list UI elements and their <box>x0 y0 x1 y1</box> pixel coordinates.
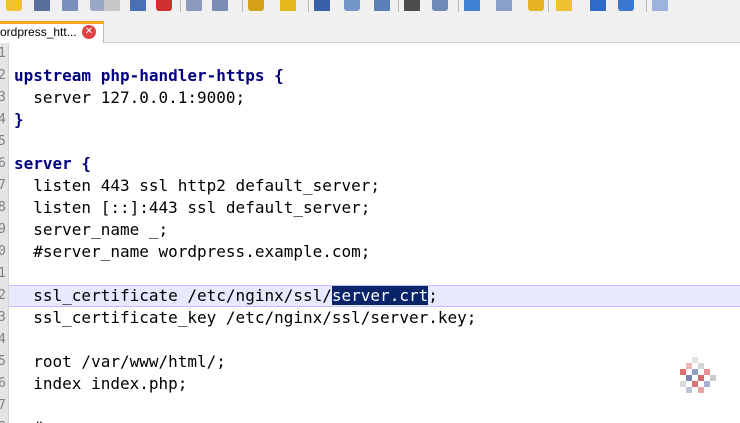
toolbar-separator <box>398 0 399 12</box>
code-token: # <box>14 418 43 423</box>
macro-icon[interactable] <box>464 0 480 11</box>
code-line: } <box>14 109 24 131</box>
delete-icon[interactable] <box>156 0 172 11</box>
line-number: 5 <box>0 351 8 373</box>
zoom-icon[interactable] <box>496 0 512 11</box>
tab-label: ordpress_htt... <box>0 25 77 39</box>
code-token: ; <box>428 286 438 305</box>
line-number: 2 <box>0 65 8 87</box>
toolbar-separator <box>646 0 647 12</box>
view-icon[interactable] <box>618 0 634 11</box>
line-number: 4 <box>0 109 8 131</box>
code-token: server_name _; <box>14 220 169 239</box>
tab-wordpress-https[interactable]: ordpress_htt... ✕ <box>0 21 104 43</box>
line-number: 8 <box>0 417 8 423</box>
find-icon[interactable] <box>404 0 420 11</box>
save-icon[interactable] <box>34 0 50 11</box>
code-line: server 127.0.0.1:9000; <box>14 87 245 109</box>
line-number: 1 <box>0 43 8 65</box>
more-icon[interactable] <box>652 0 668 11</box>
toolbar-separator <box>548 0 549 12</box>
toolbar <box>0 0 740 13</box>
code-line: ssl_certificate /etc/nginx/ssl/server.cr… <box>14 285 438 307</box>
paste-icon[interactable] <box>374 0 390 11</box>
watermark-logo-icon <box>680 357 716 393</box>
toolbar-separator <box>458 0 459 12</box>
code-line: listen [::]:443 ssl default_server; <box>14 197 370 219</box>
line-number-gutter: 123456789012345678 <box>0 43 9 423</box>
code-line: root /var/www/html/; <box>14 351 226 373</box>
code-token: upstream php-handler-https { <box>14 66 284 85</box>
code-token: ssl_certificate_key /etc/nginx/ssl/serve… <box>14 308 477 327</box>
code-line: server_name _; <box>14 219 168 241</box>
wrap-icon[interactable] <box>590 0 606 11</box>
line-number: 8 <box>0 197 8 219</box>
line-number: 3 <box>0 307 8 329</box>
code-line: index index.php; <box>14 373 187 395</box>
code-line: listen 443 ssl http2 default_server; <box>14 175 380 197</box>
close-icon[interactable]: ✕ <box>82 25 96 39</box>
line-number: 6 <box>0 153 8 175</box>
code-line: #server_name wordpress.example.com; <box>14 241 370 263</box>
tab-active-indicator <box>0 21 104 24</box>
code-token: listen [::]:443 ssl default_server; <box>14 198 371 217</box>
outdent-icon[interactable] <box>212 0 228 11</box>
line-number: 3 <box>0 87 8 109</box>
line-number: 7 <box>0 175 8 197</box>
line-number: 0 <box>0 241 8 263</box>
line-number: 5 <box>0 131 8 153</box>
settings-icon[interactable] <box>556 0 572 11</box>
cut-icon[interactable] <box>314 0 330 11</box>
close-all-icon[interactable] <box>104 0 120 11</box>
save-all-icon[interactable] <box>62 0 78 11</box>
code-token: } <box>14 110 24 129</box>
print-icon[interactable] <box>130 0 146 11</box>
line-number: 1 <box>0 263 8 285</box>
copy-icon[interactable] <box>344 0 360 11</box>
code-line: upstream php-handler-https { <box>14 65 284 87</box>
code-token: server { <box>14 154 92 173</box>
code-line: server { <box>14 153 91 175</box>
toolbar-separator <box>308 0 309 12</box>
line-number: 9 <box>0 219 8 241</box>
line-number: 2 <box>0 285 8 307</box>
tab-bar: ordpress_htt... ✕ <box>0 13 740 43</box>
toolbar-separator <box>242 0 243 12</box>
code-token: ssl_certificate /etc/nginx/ssl/ <box>14 286 332 305</box>
indent-icon[interactable] <box>186 0 202 11</box>
code-editor[interactable]: 123456789012345678 upstream php-handler-… <box>0 43 740 423</box>
code-token: #server_name wordpress.example.com; <box>14 242 371 261</box>
bookmark-icon[interactable] <box>248 0 264 11</box>
code-token: root /var/www/html/; <box>14 352 226 371</box>
highlight-icon[interactable] <box>528 0 544 11</box>
toolbar-separator <box>180 0 181 12</box>
line-number: 7 <box>0 395 8 417</box>
code-line: ssl_certificate_key /etc/nginx/ssl/serve… <box>14 307 476 329</box>
star-icon[interactable] <box>280 0 296 11</box>
code-token: server 127.0.0.1:9000; <box>14 88 246 107</box>
code-line: # <box>14 417 43 423</box>
line-number: 6 <box>0 373 8 395</box>
selected-text: server.crt <box>331 286 429 305</box>
line-number: 4 <box>0 329 8 351</box>
open-file-icon[interactable] <box>6 0 22 11</box>
code-token: listen 443 ssl http2 default_server; <box>14 176 381 195</box>
replace-icon[interactable] <box>432 0 448 11</box>
code-token: index index.php; <box>14 374 188 393</box>
